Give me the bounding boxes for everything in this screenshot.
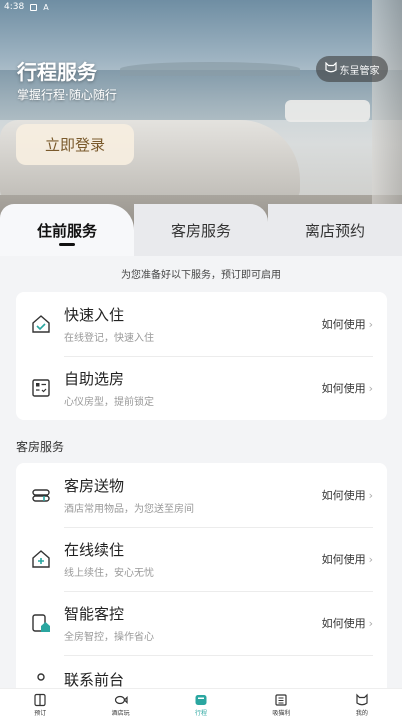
list-item-desc: 心仪房型，提前锁定 xyxy=(64,397,154,408)
room-grid-icon xyxy=(30,377,52,399)
how-to-use-label: 如何使用 xyxy=(321,489,366,502)
tab-active-indicator xyxy=(59,243,75,246)
list-item-quick-checkin[interactable]: 快速入住 在线登记，快速入住 如何使用 › xyxy=(16,292,387,356)
chevron-right-icon: › xyxy=(368,381,373,395)
how-to-use-label: 如何使用 xyxy=(321,318,366,331)
page-title: 行程服务 xyxy=(17,60,97,84)
nav-label: 吸猫利 xyxy=(272,710,291,717)
hero-lounger-image xyxy=(285,100,370,122)
butler-label: 东呈管家 xyxy=(339,65,380,77)
list-item-extend-stay[interactable]: 在线续住 线上续住，安心无忧 如何使用 › xyxy=(16,527,387,591)
list-item-desc: 酒店常用物品，为您送至房间 xyxy=(64,504,194,515)
list-item-title: 客房送物 xyxy=(64,477,125,495)
nav-label: 我的 xyxy=(355,710,368,717)
list-item-title: 快速入住 xyxy=(64,306,125,324)
nav-label: 预订 xyxy=(34,710,47,717)
list-item-desc: 在线登记，快速入住 xyxy=(64,333,154,344)
tab-room-service-label: 客房服务 xyxy=(170,221,231,240)
content-area: 为您准备好以下服务，预订即可启用 快速入住 在线登记，快速入住 如何使用 › 自… xyxy=(0,256,402,688)
list-item-smart-control[interactable]: 智能客控 全房智控，操作省心 如何使用 › xyxy=(16,591,387,655)
contact-icon xyxy=(30,669,52,688)
tab-pre-stay-label: 住前服务 xyxy=(36,221,97,240)
how-to-use-link[interactable]: 如何使用 › xyxy=(322,487,373,503)
how-to-use-link[interactable]: 如何使用 › xyxy=(322,551,373,567)
chevron-right-icon: › xyxy=(368,552,373,566)
list-item-title: 自助选房 xyxy=(64,370,125,388)
list-item-contact-front-desk[interactable]: 联系前台 xyxy=(16,655,387,688)
nav-item-hotel-fun[interactable]: 酒店玩 xyxy=(80,689,160,720)
pre-stay-card: 快速入住 在线登记，快速入住 如何使用 › 自助选房 心仪房型，提前锁定 如何使… xyxy=(16,292,387,420)
hero-mountain-image xyxy=(120,62,300,76)
list-item-self-select-room[interactable]: 自助选房 心仪房型，提前锁定 如何使用 › xyxy=(16,356,387,420)
trip-icon xyxy=(194,692,209,707)
bottom-nav: 预订 酒店玩 行程 吸猫利 我的 xyxy=(0,688,402,720)
list-item-desc: 线上续住，安心无忧 xyxy=(64,568,154,579)
how-to-use-label: 如何使用 xyxy=(321,617,366,630)
room-service-card: 客房送物 酒店常用物品，为您送至房间 如何使用 › 在线续住 线上续住，安心无忧… xyxy=(16,463,387,688)
how-to-use-link[interactable]: 如何使用 › xyxy=(322,615,373,631)
list-item-desc: 全房智控，操作省心 xyxy=(64,632,154,643)
nav-item-mine[interactable]: 我的 xyxy=(322,689,402,720)
fish-icon xyxy=(113,692,128,707)
service-tabs: 住前服务 客房服务 离店预约 xyxy=(0,204,402,256)
tab-checkout[interactable]: 离店预约 xyxy=(268,204,402,256)
chevron-right-icon: › xyxy=(368,616,373,630)
nav-label: 行程 xyxy=(195,710,208,717)
list-item-title: 智能客控 xyxy=(64,605,125,623)
cat-face-icon xyxy=(354,692,369,707)
status-indicator-icon xyxy=(30,3,38,11)
tab-checkout-label: 离店预约 xyxy=(304,221,365,240)
door-check-icon xyxy=(30,313,52,335)
how-to-use-label: 如何使用 xyxy=(321,553,366,566)
chevron-right-icon: › xyxy=(368,317,373,331)
list-item-title: 在线续住 xyxy=(64,541,125,559)
list-item-title: 联系前台 xyxy=(64,671,125,688)
tab-room-service[interactable]: 客房服务 xyxy=(134,204,268,256)
status-indicator: A xyxy=(43,2,49,12)
page-subtitle: 掌握行程·随心随行 xyxy=(17,88,117,102)
nav-item-trip[interactable]: 行程 xyxy=(161,689,241,720)
butler-button[interactable]: 东呈管家 xyxy=(316,56,388,82)
house-plus-icon xyxy=(30,548,52,570)
list-item-delivery[interactable]: 客房送物 酒店常用物品，为您送至房间 如何使用 › xyxy=(16,463,387,527)
tab-pre-stay[interactable]: 住前服务 xyxy=(0,204,134,256)
nav-item-cat-perks[interactable]: 吸猫利 xyxy=(241,689,321,720)
how-to-use-label: 如何使用 xyxy=(321,382,366,395)
butler-cat-icon xyxy=(324,61,337,76)
chevron-right-icon: › xyxy=(368,488,373,502)
status-time: 4:38 xyxy=(4,2,25,12)
smart-home-icon xyxy=(30,612,52,634)
service-notice: 为您准备好以下服务，预订即可启用 xyxy=(121,270,281,281)
nav-item-booking[interactable]: 预订 xyxy=(0,689,80,720)
towel-stack-icon xyxy=(30,484,52,506)
nav-label: 酒店玩 xyxy=(111,710,130,717)
section-title-room-service: 客房服务 xyxy=(16,440,65,454)
gift-box-icon xyxy=(274,692,289,707)
how-to-use-link[interactable]: 如何使用 › xyxy=(322,316,373,332)
book-icon xyxy=(33,692,48,707)
login-button[interactable]: 立即登录 xyxy=(16,124,134,165)
status-bar: 4:38 A xyxy=(0,0,402,14)
how-to-use-link[interactable]: 如何使用 › xyxy=(322,380,373,396)
